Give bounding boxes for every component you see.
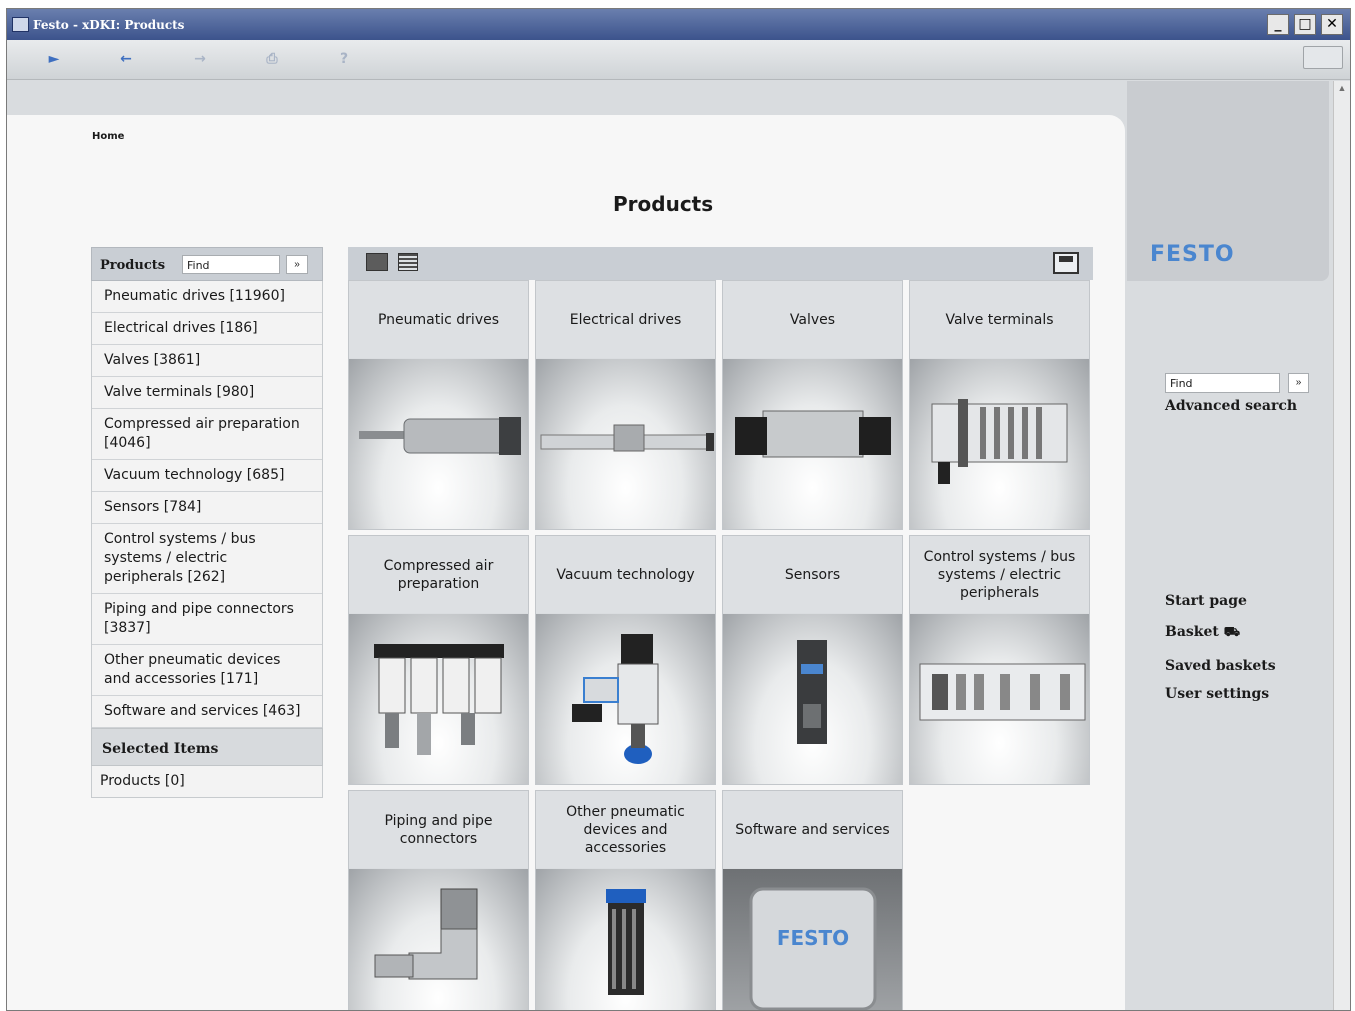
basket-link-label: Basket — [1165, 624, 1219, 640]
page-title: Products — [613, 192, 714, 216]
card-label: Software and services — [723, 791, 902, 868]
forward-arrow-icon[interactable]: → — [189, 51, 211, 69]
category-card-vacuum[interactable]: Vacuum technology — [535, 535, 716, 785]
card-label: Vacuum technology — [536, 536, 715, 613]
selected-items-header: Selected Items — [91, 728, 323, 766]
advanced-search-link[interactable]: Advanced search — [1165, 398, 1297, 414]
card-label: Sensors — [723, 536, 902, 613]
basket-link[interactable]: Basket ⛟ — [1165, 624, 1240, 642]
app-window: Festo - xDKI: Products _ □ ✕ ► ← → ⎙ ? ▲… — [6, 8, 1351, 1011]
selected-products-link[interactable]: Products [0] — [91, 766, 323, 798]
category-card-other-pneumatic[interactable]: Other pneumatic devices and accessories — [535, 790, 716, 1010]
breadcrumb[interactable]: Home — [92, 131, 124, 142]
card-label: Pneumatic drives — [349, 281, 528, 358]
sidebar-search-button[interactable]: » — [286, 255, 308, 274]
sidebar-item-pneumatic-drives[interactable]: Pneumatic drives [11960] — [92, 281, 322, 313]
category-card-software[interactable]: Software and services FESTO — [722, 790, 903, 1010]
products-sidebar: Products Find » Pneumatic drives [11960]… — [91, 247, 323, 798]
main-content: Home Products Products Find » Pneumatic … — [7, 115, 1125, 1010]
software-key-logo-text: FESTO — [777, 926, 849, 950]
scroll-up-icon[interactable]: ▲ — [1335, 83, 1349, 97]
valve-image — [723, 359, 902, 529]
category-card-piping[interactable]: Piping and pipe connectors — [348, 790, 529, 1010]
vertical-scrollbar[interactable]: ▲ — [1333, 81, 1350, 1010]
sidebar-item-valves[interactable]: Valves [3861] — [92, 345, 322, 377]
sidebar-item-electrical-drives[interactable]: Electrical drives [186] — [92, 313, 322, 345]
electrical-drive-image — [536, 359, 715, 529]
saved-baskets-link[interactable]: Saved baskets — [1165, 658, 1276, 674]
pneumatic-drive-image — [349, 359, 528, 529]
list-view-icon[interactable] — [398, 253, 418, 271]
toolbar-box-button[interactable] — [1303, 46, 1343, 69]
piping-image — [349, 869, 528, 1010]
app-icon — [12, 17, 29, 32]
silencer-image — [536, 869, 715, 1010]
tile-view-icon[interactable] — [366, 253, 388, 271]
category-card-pneumatic-drives[interactable]: Pneumatic drives — [348, 280, 529, 530]
category-card-compressed-air[interactable]: Compressed air preparation — [348, 535, 529, 785]
back-arrow-icon[interactable]: ← — [115, 51, 137, 69]
software-key-image: FESTO — [723, 869, 902, 1010]
close-button[interactable]: ✕ — [1321, 14, 1343, 35]
right-search-button[interactable]: » — [1288, 373, 1309, 393]
category-card-sensors[interactable]: Sensors — [722, 535, 903, 785]
help-icon[interactable]: ? — [333, 51, 355, 69]
start-page-link[interactable]: Start page — [1165, 593, 1247, 609]
category-card-valve-terminals[interactable]: Valve terminals — [909, 280, 1090, 530]
user-settings-link[interactable]: User settings — [1165, 686, 1269, 702]
toolbar: ► ← → ⎙ ? — [7, 40, 1350, 80]
vacuum-image — [536, 614, 715, 784]
print-icon[interactable]: ⎙ — [261, 51, 283, 69]
sidebar-item-sensors[interactable]: Sensors [784] — [92, 492, 322, 524]
sidebar-item-vacuum[interactable]: Vacuum technology [685] — [92, 460, 322, 492]
sidebar-item-software[interactable]: Software and services [463] — [92, 696, 322, 728]
card-label: Valves — [723, 281, 902, 358]
window-title: Festo - xDKI: Products — [33, 18, 185, 32]
category-list: Pneumatic drives [11960] Electrical driv… — [91, 281, 323, 728]
valve-terminal-image — [910, 359, 1089, 529]
category-card-control-systems[interactable]: Control systems / bus systems / electric… — [909, 535, 1090, 785]
sidebar-item-other-pneumatic[interactable]: Other pneumatic devices and accessories … — [92, 645, 322, 696]
category-card-valves[interactable]: Valves — [722, 280, 903, 530]
title-bar[interactable]: Festo - xDKI: Products _ □ ✕ — [7, 9, 1350, 40]
category-card-electrical-drives[interactable]: Electrical drives — [535, 280, 716, 530]
sensor-image — [723, 614, 902, 784]
minimize-button[interactable]: _ — [1267, 14, 1289, 35]
card-label: Piping and pipe connectors — [349, 791, 528, 868]
compressed-air-image — [349, 614, 528, 784]
view-toolbar — [348, 247, 1093, 280]
sidebar-item-valve-terminals[interactable]: Valve terminals [980] — [92, 377, 322, 409]
sidebar-header: Products Find » — [91, 247, 323, 281]
basket-icon: ⛟ — [1223, 625, 1241, 640]
sidebar-item-control-systems[interactable]: Control systems / bus systems / electric… — [92, 524, 322, 594]
save-icon[interactable] — [1053, 252, 1079, 274]
sidebar-search-input[interactable]: Find — [182, 255, 280, 274]
sidebar-header-label: Products — [100, 258, 166, 273]
sidebar-item-compressed-air[interactable]: Compressed air preparation [4046] — [92, 409, 322, 460]
control-system-image — [910, 614, 1089, 784]
sidebar-item-piping[interactable]: Piping and pipe connectors [3837] — [92, 594, 322, 645]
card-label: Other pneumatic devices and accessories — [536, 791, 715, 868]
card-label: Electrical drives — [536, 281, 715, 358]
card-label: Compressed air preparation — [349, 536, 528, 613]
maximize-button[interactable]: □ — [1294, 14, 1316, 35]
card-label: Control systems / bus systems / electric… — [910, 536, 1089, 613]
home-arrow-icon[interactable]: ► — [43, 51, 65, 69]
right-search-input[interactable]: Find — [1165, 373, 1280, 393]
card-label: Valve terminals — [910, 281, 1089, 358]
festo-logo: FESTO — [1150, 242, 1235, 267]
